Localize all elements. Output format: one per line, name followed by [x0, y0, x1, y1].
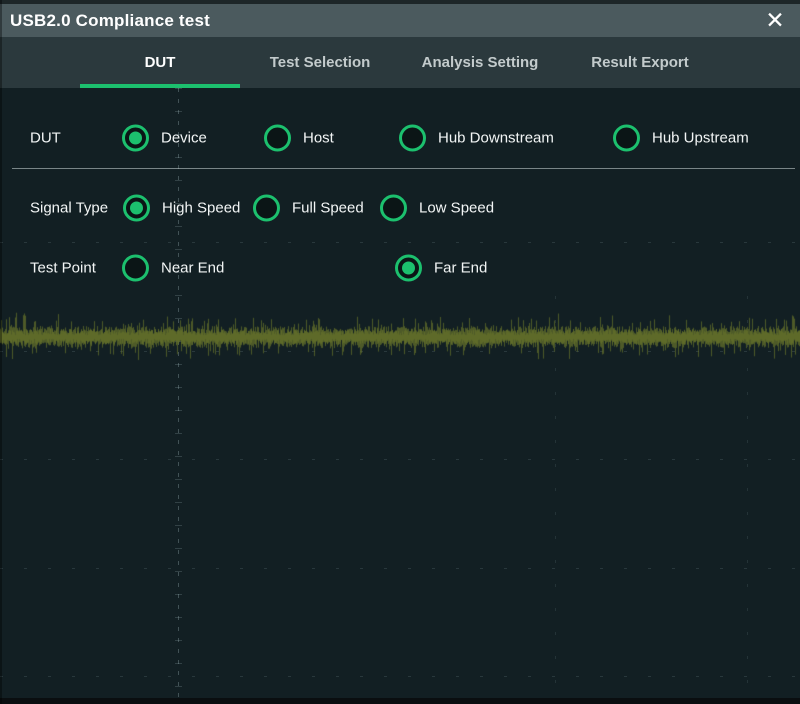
graticule-line	[747, 296, 748, 696]
radio-host[interactable]: Host	[264, 125, 334, 152]
radio-unselected-icon	[380, 195, 407, 222]
radio-device[interactable]: Device	[122, 125, 207, 152]
radio-label: Far End	[434, 260, 487, 277]
active-tab-underline	[80, 84, 240, 88]
radio-full-speed[interactable]: Full Speed	[253, 195, 364, 222]
tab-bar: DUT Test Selection Analysis Setting Result …	[0, 37, 800, 88]
radio-hub-downstream[interactable]: Hub Downstream	[399, 125, 554, 152]
radio-selected-icon	[395, 255, 422, 282]
radio-label: Hub Downstream	[438, 130, 554, 147]
graticule-line	[178, 88, 179, 698]
radio-unselected-icon	[399, 125, 426, 152]
radio-selected-icon	[123, 195, 150, 222]
form-row-dut: DUT Device Host Hub Downstream Hub Upstream	[0, 124, 800, 152]
graticule-line	[0, 676, 800, 677]
radio-label: Low Speed	[419, 200, 494, 217]
radio-unselected-icon	[264, 125, 291, 152]
radio-label: Hub Upstream	[652, 130, 749, 147]
tab-label: DUT	[145, 54, 176, 71]
tab-label: Analysis Setting	[422, 54, 539, 71]
close-button[interactable]: ✕	[756, 4, 794, 37]
dialog-bottom-edge	[0, 698, 800, 704]
graticule-line	[0, 242, 800, 243]
usb-compliance-dialog: USB2.0 Compliance test ✕ DUT Test Selecti…	[0, 0, 800, 704]
row-label-signal-type: Signal Type	[30, 200, 108, 217]
tab-label: Result Export	[591, 54, 689, 71]
graticule-line	[0, 351, 800, 352]
row-label-dut: DUT	[30, 130, 61, 147]
form-row-signal-type: Signal Type High Speed Full Speed Low Speed	[0, 194, 800, 222]
title-bar: USB2.0 Compliance test ✕	[0, 4, 800, 37]
tab-result-export[interactable]: Result Export	[560, 37, 720, 88]
dialog-left-edge	[0, 0, 2, 704]
graticule-line	[555, 296, 556, 696]
tab-label: Test Selection	[270, 54, 371, 71]
radio-far-end[interactable]: Far End	[395, 255, 487, 282]
radio-near-end[interactable]: Near End	[122, 255, 224, 282]
radio-selected-icon	[122, 125, 149, 152]
radio-label: Device	[161, 130, 207, 147]
graticule-line	[175, 88, 182, 698]
radio-hub-upstream[interactable]: Hub Upstream	[613, 125, 749, 152]
radio-label: Host	[303, 130, 334, 147]
tab-test-selection[interactable]: Test Selection	[240, 37, 400, 88]
graticule-line	[0, 568, 800, 569]
graticule-line	[0, 459, 800, 460]
radio-label: Full Speed	[292, 200, 364, 217]
radio-label: Near End	[161, 260, 224, 277]
radio-unselected-icon	[122, 255, 149, 282]
form-row-test-point: Test Point Near End Far End	[0, 254, 800, 282]
close-icon: ✕	[765, 7, 784, 34]
row-label-test-point: Test Point	[30, 260, 96, 277]
radio-unselected-icon	[253, 195, 280, 222]
tabs-row: DUT Test Selection Analysis Setting Result …	[80, 37, 720, 88]
dialog-title: USB2.0 Compliance test	[10, 4, 210, 37]
radio-label: High Speed	[162, 200, 240, 217]
tab-analysis-setting[interactable]: Analysis Setting	[400, 37, 560, 88]
tab-dut[interactable]: DUT	[80, 37, 240, 88]
radio-unselected-icon	[613, 125, 640, 152]
radio-high-speed[interactable]: High Speed	[123, 195, 240, 222]
radio-low-speed[interactable]: Low Speed	[380, 195, 494, 222]
row-separator	[12, 168, 795, 169]
waveform-trace	[0, 0, 800, 704]
